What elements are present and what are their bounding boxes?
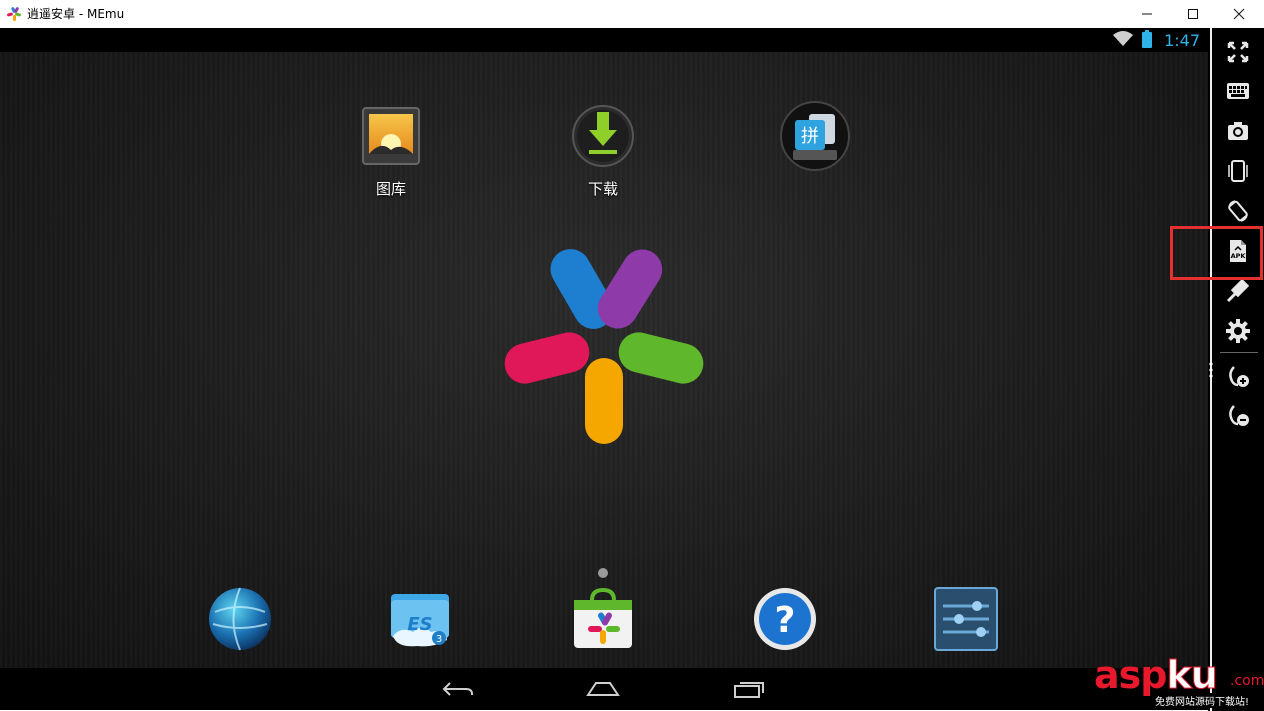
watermark-brand-b: ku	[1166, 653, 1218, 697]
keyboard-button[interactable]	[1226, 79, 1250, 103]
android-screen[interactable]: 1:47 图库 下载 拼 ES 3 ?	[0, 28, 1208, 710]
gallery-icon	[359, 104, 423, 168]
battery-icon	[1142, 30, 1152, 48]
app-gallery[interactable]: 图库	[346, 104, 436, 199]
fullscreen-icon	[1227, 41, 1249, 63]
screenshot-button[interactable]	[1226, 119, 1250, 143]
dock-browser[interactable]	[207, 586, 273, 652]
emulator-toolbar: APK	[1208, 28, 1264, 711]
apk-highlight-box	[1170, 226, 1263, 280]
download-icon	[571, 104, 635, 168]
rotate-icon	[1228, 200, 1248, 222]
pinyin-input-icon: 拼	[779, 100, 851, 172]
shake-button[interactable]	[1226, 159, 1250, 183]
location-button[interactable]	[1226, 279, 1250, 303]
browser-globe-icon	[209, 587, 271, 651]
back-button[interactable]	[438, 674, 478, 704]
home-button[interactable]	[583, 674, 623, 704]
page-indicator	[598, 568, 608, 578]
memu-logo	[504, 249, 704, 444]
settings-button[interactable]	[1226, 319, 1250, 343]
watermark-brand: aspku	[1094, 653, 1218, 697]
settings-sliders-icon	[934, 587, 998, 651]
app-store-icon	[574, 587, 632, 648]
es-file-explorer-icon: ES 3	[391, 594, 449, 647]
location-pin-icon	[1226, 279, 1250, 303]
shake-phone-icon	[1228, 160, 1248, 182]
volume-down-button[interactable]	[1226, 404, 1250, 428]
svg-text:拼: 拼	[801, 126, 819, 147]
volume-up-button[interactable]	[1226, 365, 1250, 389]
status-time: 1:47	[1164, 31, 1200, 50]
watermark-tagline: 免费网站源码下载站!	[1153, 693, 1252, 708]
app-label-downloads: 下载	[587, 180, 618, 198]
window-titlebar: 逍遥安卓 - MEmu	[0, 0, 1264, 28]
help-icon: ?	[754, 588, 816, 650]
maximize-button[interactable]	[1170, 0, 1216, 28]
screenshot-camera-icon	[1228, 122, 1248, 140]
maximize-icon	[1188, 9, 1198, 19]
close-icon	[1233, 8, 1245, 20]
navigation-bar	[0, 668, 1208, 710]
toolbar-drag-handle[interactable]	[1208, 360, 1214, 380]
app-pinyin-input[interactable]: 拼	[770, 100, 860, 172]
svg-text:ES: ES	[407, 614, 432, 635]
volume-up-icon	[1229, 366, 1249, 387]
dock-settings[interactable]	[933, 586, 999, 652]
home-icon	[586, 682, 620, 696]
wifi-icon	[1113, 31, 1133, 46]
status-bar: 1:47	[0, 28, 1208, 52]
app-label-gallery: 图库	[375, 180, 406, 198]
keyboard-icon	[1227, 83, 1249, 99]
settings-gear-icon	[1226, 319, 1250, 343]
volume-down-icon	[1229, 405, 1249, 426]
minimize-button[interactable]	[1124, 0, 1170, 28]
svg-text:?: ?	[775, 600, 796, 641]
minimize-icon	[1142, 13, 1152, 15]
memu-app-icon	[7, 7, 21, 21]
dock-es-file-explorer[interactable]: ES 3	[387, 586, 453, 652]
app-downloads[interactable]: 下载	[558, 104, 648, 199]
recents-icon	[734, 682, 764, 698]
watermark-suffix: .com	[1230, 673, 1264, 689]
fullscreen-button[interactable]	[1226, 40, 1250, 64]
dock-help[interactable]: ?	[752, 586, 818, 652]
back-icon	[442, 682, 473, 696]
site-watermark: aspku .com 免费网站源码下载站!	[1094, 655, 1264, 711]
rotate-button[interactable]	[1226, 199, 1250, 223]
recents-button[interactable]	[729, 674, 769, 704]
dock-app-store[interactable]	[570, 586, 636, 652]
toolbar-separator	[1220, 352, 1258, 353]
close-button[interactable]	[1216, 0, 1262, 28]
svg-text:3: 3	[436, 634, 442, 645]
watermark-brand-a: asp	[1094, 653, 1167, 697]
window-title: 逍遥安卓 - MEmu	[27, 7, 125, 21]
